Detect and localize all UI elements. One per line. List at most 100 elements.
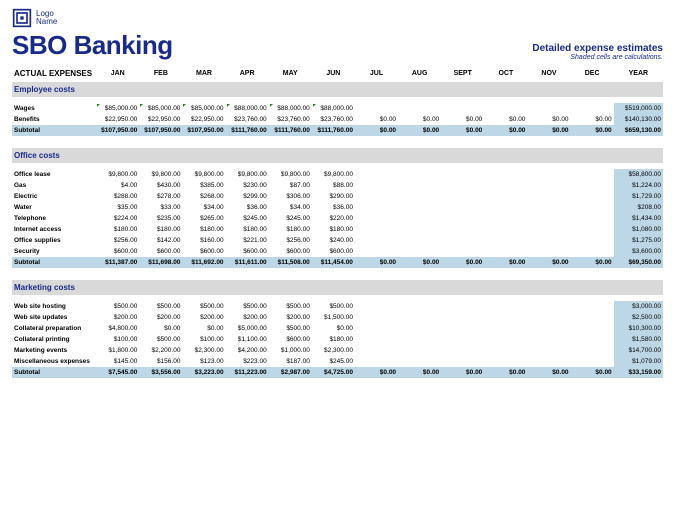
- subtotal-cell[interactable]: $11,611.00: [226, 257, 269, 268]
- cell[interactable]: [441, 191, 484, 202]
- cell[interactable]: $600.00: [226, 246, 269, 257]
- cell[interactable]: [484, 224, 527, 235]
- cell[interactable]: $1,100.00: [226, 334, 269, 345]
- cell[interactable]: $4,800.00: [96, 323, 139, 334]
- cell[interactable]: $180.00: [182, 224, 225, 235]
- year-cell[interactable]: $1,079.00: [614, 356, 663, 367]
- cell[interactable]: $245.00: [312, 356, 355, 367]
- year-cell[interactable]: $1,729.00: [614, 191, 663, 202]
- cell[interactable]: $0.00: [312, 323, 355, 334]
- cell[interactable]: $160.00: [182, 235, 225, 246]
- row-label[interactable]: Office lease: [12, 169, 96, 180]
- cell[interactable]: $0.00: [527, 114, 570, 125]
- cell[interactable]: $36.00: [226, 202, 269, 213]
- cell[interactable]: $500.00: [182, 301, 225, 312]
- cell[interactable]: $600.00: [269, 246, 312, 257]
- row-label[interactable]: Telephone: [12, 213, 96, 224]
- cell[interactable]: $180.00: [139, 224, 182, 235]
- cell[interactable]: $221.00: [226, 235, 269, 246]
- subtotal-cell[interactable]: $0.00: [441, 257, 484, 268]
- subtotal-label[interactable]: Subtotal: [12, 125, 96, 136]
- cell[interactable]: [571, 169, 614, 180]
- row-label[interactable]: Benefits: [12, 114, 96, 125]
- cell[interactable]: [441, 169, 484, 180]
- cell[interactable]: [571, 356, 614, 367]
- cell[interactable]: $88,000.00: [312, 103, 355, 114]
- cell[interactable]: [571, 202, 614, 213]
- year-cell[interactable]: $10,300.00: [614, 323, 663, 334]
- row-label[interactable]: Security: [12, 246, 96, 257]
- subtotal-cell[interactable]: $0.00: [441, 367, 484, 378]
- cell[interactable]: $88,000.00: [269, 103, 312, 114]
- subtotal-cell[interactable]: $0.00: [484, 257, 527, 268]
- subtotal-cell[interactable]: $11,454.00: [312, 257, 355, 268]
- cell[interactable]: [571, 312, 614, 323]
- subtotal-cell[interactable]: $0.00: [398, 367, 441, 378]
- subtotal-cell[interactable]: $107,950.00: [182, 125, 225, 136]
- cell[interactable]: [527, 191, 570, 202]
- cell[interactable]: [484, 312, 527, 323]
- row-label[interactable]: Office supplies: [12, 235, 96, 246]
- cell[interactable]: [398, 213, 441, 224]
- subtotal-cell[interactable]: $0.00: [355, 367, 398, 378]
- cell[interactable]: [355, 323, 398, 334]
- cell[interactable]: $88.00: [312, 180, 355, 191]
- cell[interactable]: [398, 224, 441, 235]
- row-label[interactable]: Collateral preparation: [12, 323, 96, 334]
- cell[interactable]: $224.00: [96, 213, 139, 224]
- cell[interactable]: [527, 334, 570, 345]
- cell[interactable]: $180.00: [269, 224, 312, 235]
- cell[interactable]: $500.00: [269, 323, 312, 334]
- subtotal-cell[interactable]: $11,692.00: [182, 257, 225, 268]
- year-cell[interactable]: $2,500.00: [614, 312, 663, 323]
- row-label[interactable]: Marketing events: [12, 345, 96, 356]
- cell[interactable]: [527, 224, 570, 235]
- subtotal-cell[interactable]: $11,223.00: [226, 367, 269, 378]
- year-cell[interactable]: $1,224.00: [614, 180, 663, 191]
- cell[interactable]: [355, 169, 398, 180]
- cell[interactable]: [441, 213, 484, 224]
- cell[interactable]: $9,800.00: [182, 169, 225, 180]
- subtotal-cell[interactable]: $7,545.00: [96, 367, 139, 378]
- cell[interactable]: [484, 323, 527, 334]
- subtotal-cell[interactable]: $11,508.00: [269, 257, 312, 268]
- cell[interactable]: [441, 323, 484, 334]
- cell[interactable]: $268.00: [182, 191, 225, 202]
- subtotal-cell[interactable]: $107,950.00: [139, 125, 182, 136]
- subtotal-cell[interactable]: $2,987.00: [269, 367, 312, 378]
- cell[interactable]: $34.00: [269, 202, 312, 213]
- cell[interactable]: [527, 202, 570, 213]
- subtotal-cell[interactable]: $111,760.00: [269, 125, 312, 136]
- cell[interactable]: $500.00: [226, 301, 269, 312]
- cell[interactable]: $1,500.00: [312, 312, 355, 323]
- cell[interactable]: $278.00: [139, 191, 182, 202]
- cell[interactable]: $1,000.00: [269, 345, 312, 356]
- cell[interactable]: [398, 334, 441, 345]
- cell[interactable]: [571, 213, 614, 224]
- subtotal-year[interactable]: $659,130.00: [614, 125, 663, 136]
- cell[interactable]: $22,950.00: [96, 114, 139, 125]
- cell[interactable]: $33.00: [139, 202, 182, 213]
- row-label[interactable]: Collateral printing: [12, 334, 96, 345]
- cell[interactable]: [527, 169, 570, 180]
- cell[interactable]: $200.00: [226, 312, 269, 323]
- cell[interactable]: $245.00: [269, 213, 312, 224]
- cell[interactable]: $35.00: [96, 202, 139, 213]
- cell[interactable]: $2,200.00: [139, 345, 182, 356]
- cell[interactable]: $9,800.00: [312, 169, 355, 180]
- cell[interactable]: $288.00: [96, 191, 139, 202]
- subtotal-cell[interactable]: $0.00: [527, 367, 570, 378]
- cell[interactable]: $100.00: [182, 334, 225, 345]
- cell[interactable]: [527, 345, 570, 356]
- cell[interactable]: $0.00: [441, 114, 484, 125]
- subtotal-cell[interactable]: $0.00: [571, 367, 614, 378]
- cell[interactable]: $600.00: [182, 246, 225, 257]
- cell[interactable]: $9,800.00: [139, 169, 182, 180]
- cell[interactable]: $23,760.00: [312, 114, 355, 125]
- cell[interactable]: [398, 202, 441, 213]
- cell[interactable]: [484, 301, 527, 312]
- subtotal-label[interactable]: Subtotal: [12, 257, 96, 268]
- year-cell[interactable]: $1,080.00: [614, 224, 663, 235]
- cell[interactable]: [484, 345, 527, 356]
- cell[interactable]: $2,300.00: [182, 345, 225, 356]
